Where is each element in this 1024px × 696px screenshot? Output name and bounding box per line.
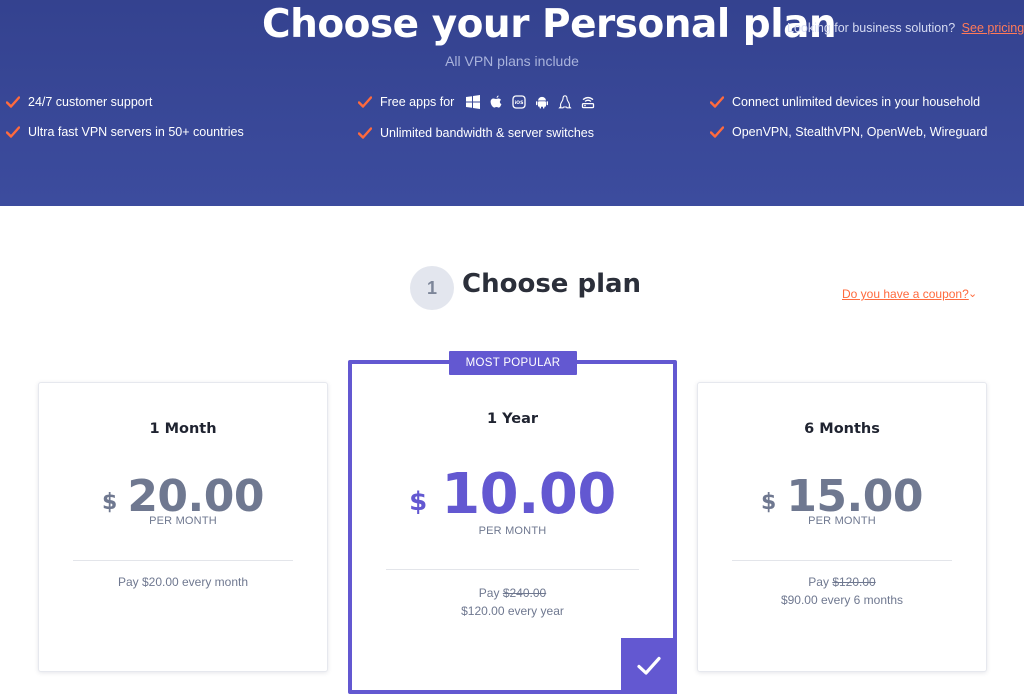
price-amount: 20.00 — [127, 471, 264, 522]
see-pricing-link[interactable]: See pricing — [962, 21, 1024, 35]
hero-subtitle: All VPN plans include — [445, 53, 579, 69]
original-price: $120.00 — [832, 575, 876, 589]
divider — [73, 560, 293, 561]
selected-indicator — [621, 638, 677, 694]
feature-devices: Connect unlimited devices in your househ… — [710, 95, 980, 109]
business-prompt: Looking for business solution? See prici… — [787, 21, 1024, 35]
feature-label: Unlimited bandwidth & server switches — [380, 126, 594, 140]
plan-price: $ 20.00 — [39, 475, 327, 519]
svg-text:iOS: iOS — [515, 100, 524, 106]
business-text: Looking for business solution? — [787, 21, 956, 35]
feature-label: Ultra fast VPN servers in 50+ countries — [28, 125, 244, 139]
router-icon — [582, 96, 595, 109]
plan-card-1-month[interactable]: 1 Month $ 20.00 PER MONTH Pay $20.00 eve… — [38, 382, 328, 672]
billing-info: Pay $240.00 $120.00 every year — [352, 584, 673, 620]
windows-icon — [466, 95, 481, 109]
check-icon — [358, 127, 372, 139]
ios-icon: iOS — [512, 95, 526, 109]
check-icon — [6, 96, 20, 108]
divider — [386, 569, 639, 570]
billing-info: Pay $20.00 every month — [117, 575, 249, 589]
android-icon — [536, 96, 549, 109]
most-popular-badge: MOST POPULAR — [449, 351, 577, 375]
plan-name: 6 Months — [804, 421, 880, 437]
check-icon — [6, 126, 20, 138]
apple-icon — [490, 95, 502, 108]
coupon-link[interactable]: Do you have a coupon? — [842, 287, 969, 301]
plan-price: $ 10.00 — [352, 467, 673, 523]
feature-label: OpenVPN, StealthVPN, OpenWeb, Wireguard — [732, 125, 988, 139]
billing-total: $120.00 every year — [461, 604, 564, 618]
chevron-down-icon: ⌄ — [968, 288, 978, 300]
page-title: Choose your Personal plan — [262, 2, 837, 47]
divider — [732, 560, 952, 561]
linux-icon — [558, 95, 572, 109]
billing-total: $90.00 every 6 months — [780, 593, 904, 607]
currency-symbol: $ — [409, 487, 428, 517]
plan-name: 1 Year — [486, 411, 539, 427]
currency-symbol: $ — [761, 490, 777, 515]
plan-card-1-year[interactable]: 1 Year $ 10.00 PER MONTH Pay $240.00 $12… — [348, 360, 677, 694]
feature-label: 24/7 customer support — [28, 95, 153, 109]
plan-name: 1 Month — [149, 421, 217, 437]
price-period: PER MONTH — [808, 515, 876, 527]
feature-servers: Ultra fast VPN servers in 50+ countries — [6, 125, 244, 139]
plan-card-6-months[interactable]: 6 Months $ 15.00 PER MONTH Pay $120.00 $… — [697, 382, 987, 672]
pay-prefix: Pay — [478, 586, 503, 600]
hero-banner: Choose your Personal plan All VPN plans … — [0, 0, 1024, 206]
price-period: PER MONTH — [149, 515, 217, 527]
feature-label: Free apps for — [380, 95, 455, 109]
feature-support: 24/7 customer support — [6, 95, 152, 109]
feature-apps: Free apps for iOS — [358, 95, 595, 109]
check-icon — [358, 96, 372, 108]
check-icon — [710, 96, 724, 108]
price-amount: 15.00 — [786, 471, 923, 522]
billing-info: Pay $120.00 $90.00 every 6 months — [698, 573, 986, 609]
check-icon — [637, 656, 661, 675]
step-number: 1 — [410, 266, 454, 310]
plan-price: $ 15.00 — [698, 475, 986, 519]
original-price: $240.00 — [502, 586, 547, 600]
feature-label: Connect unlimited devices in your househ… — [732, 95, 981, 109]
section-title: Choose plan — [462, 269, 642, 299]
app-icons: iOS — [466, 95, 595, 109]
feature-bandwidth: Unlimited bandwidth & server switches — [358, 126, 594, 140]
check-icon — [710, 126, 724, 138]
currency-symbol: $ — [102, 490, 118, 515]
price-period: PER MONTH — [478, 525, 547, 537]
price-amount: 10.00 — [441, 462, 616, 527]
feature-protocols: OpenVPN, StealthVPN, OpenWeb, Wireguard — [710, 125, 987, 139]
pay-prefix: Pay — [808, 575, 833, 589]
